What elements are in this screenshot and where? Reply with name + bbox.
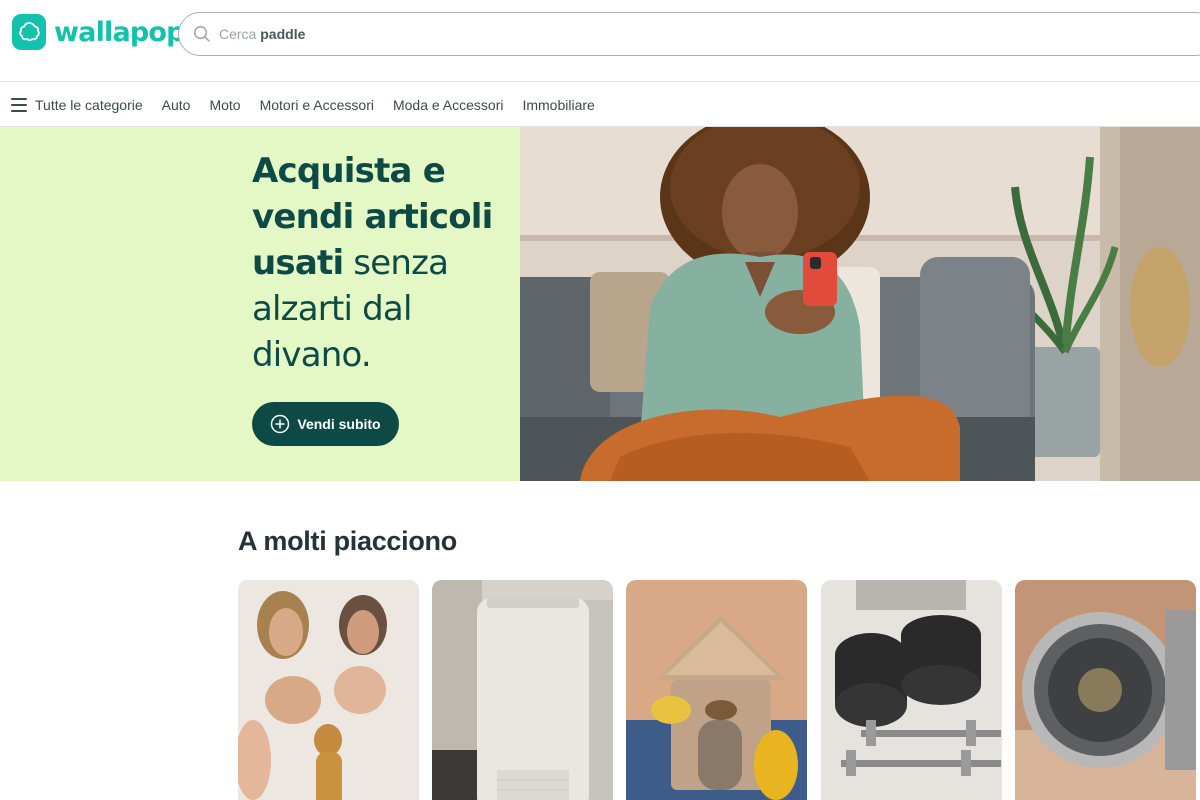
product-image-dumbbell-weights bbox=[821, 580, 1002, 800]
wallapop-logo[interactable]: wallapop bbox=[12, 14, 186, 50]
sell-now-button[interactable]: Vendi subito bbox=[252, 402, 399, 446]
product-image-wristwatch bbox=[1015, 580, 1196, 800]
section-title: A molti piacciono bbox=[238, 526, 457, 556]
search-bar[interactable]: Cerca paddle bbox=[178, 12, 1200, 56]
wallapop-logo-icon bbox=[12, 14, 46, 50]
category-link-motori-accessori[interactable]: Motori e Accessori bbox=[260, 97, 374, 113]
hero-line-4: alzarti dal bbox=[252, 289, 412, 329]
product-image-ceramic-house bbox=[626, 580, 807, 800]
sell-now-label: Vendi subito bbox=[297, 416, 381, 432]
category-link-auto[interactable]: Auto bbox=[162, 97, 191, 113]
hero-image-woman-on-sofa bbox=[520, 127, 1200, 481]
product-card[interactable] bbox=[821, 580, 1002, 800]
plus-circle-icon bbox=[271, 414, 290, 434]
header: wallapop Cerca paddle bbox=[0, 0, 1200, 82]
product-card[interactable] bbox=[1015, 580, 1196, 800]
hero-line-3-rest: senza bbox=[343, 243, 449, 283]
search-icon bbox=[192, 24, 212, 44]
hero-line-5: divano. bbox=[252, 335, 372, 375]
hero-line-3-bold: usati bbox=[252, 243, 344, 283]
hero-headline: Acquista e vendi articoli usati senza al… bbox=[252, 148, 502, 378]
hamburger-menu-icon bbox=[11, 97, 27, 112]
hero-line-1: Acquista e bbox=[252, 151, 446, 191]
product-card[interactable] bbox=[238, 580, 419, 800]
all-categories-label: Tutte le categorie bbox=[35, 96, 143, 113]
category-link-moda-accessori[interactable]: Moda e Accessori bbox=[393, 97, 504, 113]
search-input[interactable]: Cerca paddle bbox=[219, 26, 305, 42]
hero-line-2: vendi articoli bbox=[252, 197, 493, 237]
brand-name: wallapop bbox=[54, 16, 186, 48]
product-image-religious-statues bbox=[238, 580, 419, 800]
category-link-moto[interactable]: Moto bbox=[209, 97, 240, 113]
product-card[interactable] bbox=[432, 580, 613, 800]
product-card[interactable] bbox=[626, 580, 807, 800]
search-placeholder-prefix: Cerca bbox=[219, 26, 257, 42]
product-image-portable-air-conditioner bbox=[432, 580, 613, 800]
category-nav: Tutte le categorie Auto Moto Motori e Ac… bbox=[0, 83, 1200, 127]
search-term: paddle bbox=[260, 26, 306, 42]
category-link-immobiliare[interactable]: Immobiliare bbox=[522, 97, 594, 113]
all-categories-menu[interactable]: Tutte le categorie bbox=[11, 97, 162, 113]
